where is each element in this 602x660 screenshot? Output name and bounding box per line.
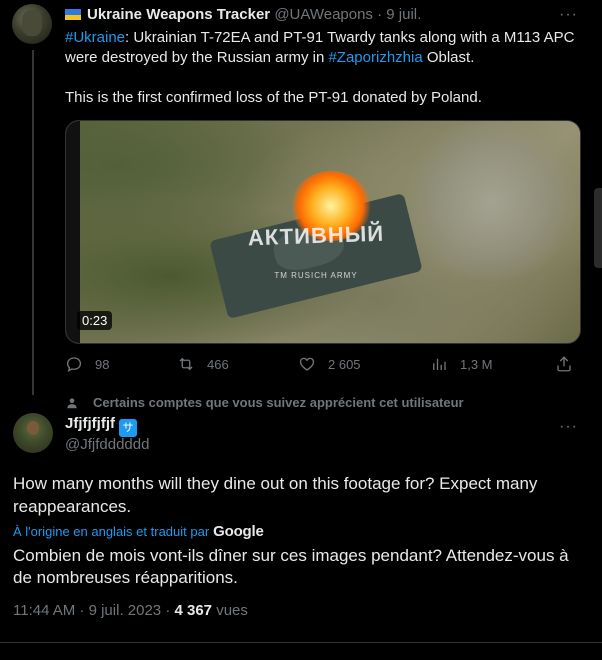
reply-icon xyxy=(66,357,82,373)
views-button[interactable]: 1,3 M xyxy=(430,355,493,373)
like-count: 2 605 xyxy=(328,356,361,372)
views-count: 1,3 M xyxy=(460,356,493,372)
tweet-text-part: : Ukrainian T-72EA and PT-91 Twardy tank… xyxy=(65,29,575,66)
social-context-text: Certains comptes que vous suivez appréci… xyxy=(93,395,464,410)
like-button[interactable]: 2 605 xyxy=(298,355,361,373)
reply-views-label: vues xyxy=(212,602,248,619)
reply-handle[interactable]: @Jfjfdddddd xyxy=(65,436,149,453)
more-options-icon[interactable]: ··· xyxy=(559,6,578,24)
reply-more-options-icon[interactable]: ··· xyxy=(559,418,578,436)
author-name[interactable]: Ukraine Weapons Tracker xyxy=(87,6,270,23)
reply-views-count: 4 367 xyxy=(174,602,213,619)
tweet-text-line2: This is the first confirmed loss of the … xyxy=(65,89,482,106)
hashtag-zaporizhzhia[interactable]: #Zaporizhzhia xyxy=(328,49,422,66)
carousel-peek xyxy=(594,188,602,268)
thread-line xyxy=(32,50,34,395)
tweet-actions: 98 466 2 605 1,3 M xyxy=(65,355,579,377)
divider xyxy=(0,642,602,643)
separator-dot: · xyxy=(377,6,383,23)
tweet-header: Ukraine Weapons Tracker @UAWeapons · 9 j… xyxy=(65,6,421,23)
reply-avatar[interactable] xyxy=(13,413,53,453)
verified-badge-icon: サ xyxy=(119,419,137,437)
heart-icon xyxy=(299,357,315,371)
person-icon xyxy=(67,397,77,408)
hashtag-ukraine[interactable]: #Ukraine xyxy=(65,29,125,46)
retweet-button[interactable]: 466 xyxy=(177,355,229,373)
video-duration: 0:23 xyxy=(77,311,113,330)
retweet-icon xyxy=(179,357,193,371)
reply-meta: 11:44 AM · 9 juil. 2023 · 4 367 vues xyxy=(13,602,248,619)
retweet-count: 466 xyxy=(207,356,229,372)
video-watermark-sub: ТМ RUSICH ARMY xyxy=(274,271,358,280)
smoke xyxy=(396,121,580,281)
tweet-date[interactable]: 9 juil. xyxy=(386,6,421,23)
ukraine-flag-icon xyxy=(65,9,81,20)
reply-text: How many months will they dine out on th… xyxy=(13,474,538,516)
video-edge xyxy=(66,121,80,343)
video-player[interactable]: АКТИВНЫЙ ТМ RUSICH ARMY 0:23 xyxy=(65,120,581,344)
share-button[interactable] xyxy=(555,355,585,373)
avatar[interactable] xyxy=(12,4,52,44)
tweet-text-part: Oblast. xyxy=(422,49,475,66)
tweet-text: #Ukraine: Ukrainian T-72EA and PT-91 Twa… xyxy=(65,28,585,108)
google-logo: Google xyxy=(213,523,264,540)
translation-note-text: À l'origine en anglais et traduit par xyxy=(13,524,210,539)
share-icon xyxy=(557,356,571,372)
translated-text: Combien de mois vont-ils dîner sur ces i… xyxy=(13,546,569,587)
reply-header: Jfjfjfjfjf サ xyxy=(65,415,137,437)
author-handle[interactable]: @UAWeapons xyxy=(274,6,373,23)
reply-timestamp[interactable]: 11:44 AM · 9 juil. 2023 · xyxy=(13,602,174,619)
social-context: Certains comptes que vous suivez appréci… xyxy=(65,395,464,410)
reply-count: 98 xyxy=(95,356,110,372)
analytics-icon xyxy=(433,358,446,370)
translation-note[interactable]: À l'origine en anglais et traduit par Go… xyxy=(13,523,264,540)
reply-button[interactable]: 98 xyxy=(65,355,109,373)
reply-author-name[interactable]: Jfjfjfjfjf xyxy=(65,415,115,432)
